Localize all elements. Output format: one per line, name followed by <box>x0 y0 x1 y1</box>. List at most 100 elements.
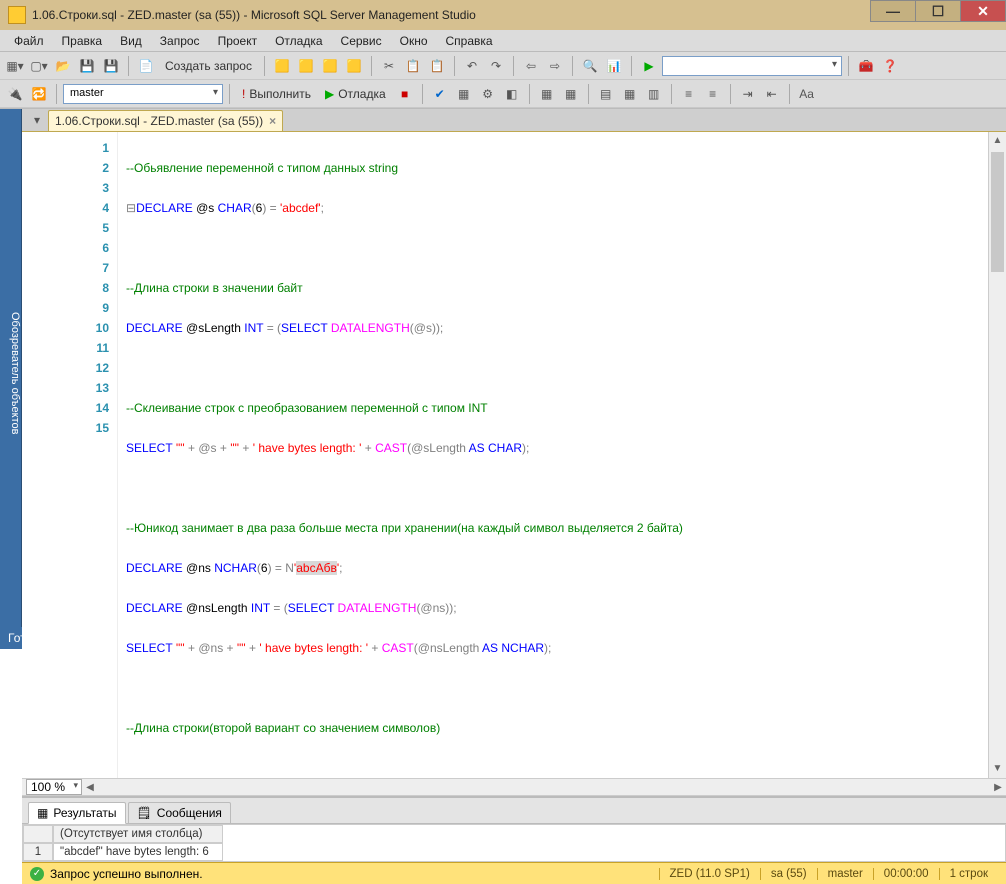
save-all-icon[interactable]: 💾 <box>100 55 122 77</box>
menu-project[interactable]: Проект <box>210 32 266 50</box>
include-client-stats-icon[interactable]: ▦ <box>560 83 582 105</box>
nav-fwd-icon[interactable]: ⇨ <box>544 55 566 77</box>
zoom-dropdown[interactable]: 100 % <box>26 779 82 795</box>
menu-debug[interactable]: Отладка <box>267 32 330 50</box>
editor-zoom-bar: 100 % ◀ ▶ <box>22 778 1006 796</box>
xmla-query-icon[interactable]: 🟨 <box>343 55 365 77</box>
help-icon[interactable]: ❓ <box>879 55 901 77</box>
hscroll-right-icon[interactable]: ▶ <box>990 782 1006 793</box>
grid-cell-value[interactable]: "abcdef" have bytes length: 6 <box>53 843 223 861</box>
hscroll-left-icon[interactable]: ◀ <box>82 782 98 793</box>
undo-icon[interactable]: ↶ <box>461 55 483 77</box>
code-text[interactable]: --Обьявление переменной с типом данных s… <box>118 132 683 778</box>
copy-icon[interactable]: 📋 <box>402 55 424 77</box>
db-engine-query-icon[interactable]: 🟨 <box>271 55 293 77</box>
estimated-plan-icon[interactable]: ▦ <box>453 83 475 105</box>
toolbar-standard: ▦▾ ▢▾ 📂 💾 💾 📄 Создать запрос 🟨 🟨 🟨 🟨 ✂ 📋… <box>0 52 1006 80</box>
paste-icon[interactable]: 📋 <box>426 55 448 77</box>
object-explorer-collapsed[interactable]: Обозреватель объектов <box>0 109 22 627</box>
status-time: 00:00:00 <box>873 868 939 880</box>
document-tab-label: 1.06.Строки.sql - ZED.master (sa (55)) <box>55 114 263 128</box>
window-buttons: — ☐ ✕ <box>871 0 1006 30</box>
results-grid[interactable]: (Отсутствует имя столбца) 1 "abcdef" hav… <box>22 824 1006 862</box>
menu-view[interactable]: Вид <box>112 32 150 50</box>
change-conn-icon[interactable]: 🔁 <box>28 83 50 105</box>
code-editor[interactable]: 123456789101112131415 --Обьявление перем… <box>22 131 1006 778</box>
new-item-icon[interactable]: ▢▾ <box>28 55 50 77</box>
activity-icon[interactable]: 📊 <box>603 55 625 77</box>
toolbar-sql: 🔌 🔁 master !Выполнить ▶Отладка ■ ✔ ▦ ⚙ ◧… <box>0 80 1006 108</box>
new-project-icon[interactable]: ▦▾ <box>4 55 26 77</box>
status-db: master <box>817 868 873 880</box>
tab-list-icon[interactable]: ▾ <box>26 109 48 131</box>
stop-icon[interactable]: ■ <box>394 83 416 105</box>
grid-corner <box>23 825 53 843</box>
include-actual-plan-icon[interactable]: ▦ <box>536 83 558 105</box>
tab-results[interactable]: ▦Результаты <box>28 802 126 824</box>
minimize-button[interactable]: — <box>870 0 916 22</box>
toolbox-icon[interactable]: 🧰 <box>855 55 877 77</box>
grid-icon: ▦ <box>37 806 48 820</box>
scroll-up-icon[interactable]: ▲ <box>989 132 1006 150</box>
execute-button[interactable]: !Выполнить <box>236 87 317 101</box>
database-dropdown[interactable]: master <box>63 84 223 104</box>
menu-tools[interactable]: Сервис <box>333 32 390 50</box>
comment-icon[interactable]: ≡ <box>678 83 700 105</box>
grid-row-number[interactable]: 1 <box>23 843 53 861</box>
find-icon[interactable]: 🔍 <box>579 55 601 77</box>
menu-bar: Файл Правка Вид Запрос Проект Отладка Се… <box>0 30 1006 52</box>
menu-window[interactable]: Окно <box>392 32 436 50</box>
new-query-icon[interactable]: 📄 <box>135 55 157 77</box>
results-tabs: ▦Результаты 🗒Сообщения <box>22 798 1006 824</box>
results-file-icon[interactable]: ▥ <box>643 83 665 105</box>
messages-icon: 🗒 <box>137 806 152 820</box>
parse-icon[interactable]: ✔ <box>429 83 451 105</box>
open-icon[interactable]: 📂 <box>52 55 74 77</box>
scroll-thumb[interactable] <box>991 152 1004 272</box>
new-query-button[interactable]: Создать запрос <box>159 59 258 73</box>
cut-icon[interactable]: ✂ <box>378 55 400 77</box>
toolbar-container: ▦▾ ▢▾ 📂 💾 💾 📄 Создать запрос 🟨 🟨 🟨 🟨 ✂ 📋… <box>0 52 1006 109</box>
status-server: ZED (11.0 SP1) <box>659 868 760 880</box>
editor-area: ▾ 1.06.Строки.sql - ZED.master (sa (55))… <box>22 109 1006 627</box>
status-login: sa (55) <box>760 868 817 880</box>
intellisense-icon[interactable]: ◧ <box>501 83 523 105</box>
debug-button[interactable]: ▶Отладка <box>319 87 392 101</box>
outdent-icon[interactable]: ⇤ <box>761 83 783 105</box>
tab-close-icon[interactable]: × <box>269 114 276 128</box>
results-panel: ▦Результаты 🗒Сообщения (Отсутствует имя … <box>22 796 1006 884</box>
results-text-icon[interactable]: ▤ <box>595 83 617 105</box>
start-icon[interactable]: ▶ <box>638 55 660 77</box>
indent-icon[interactable]: ⇥ <box>737 83 759 105</box>
dmx-query-icon[interactable]: 🟨 <box>319 55 341 77</box>
close-button[interactable]: ✕ <box>960 0 1006 22</box>
line-number-gutter: 123456789101112131415 <box>22 132 118 778</box>
results-grid-icon[interactable]: ▦ <box>619 83 641 105</box>
menu-edit[interactable]: Правка <box>54 32 111 50</box>
client-area: Обозреватель объектов ▾ 1.06.Строки.sql … <box>0 109 1006 627</box>
connect-icon[interactable]: 🔌 <box>4 83 26 105</box>
window-title: 1.06.Строки.sql - ZED.master (sa (55)) -… <box>32 8 476 22</box>
mdx-query-icon[interactable]: 🟨 <box>295 55 317 77</box>
query-status-bar: ✓ Запрос успешно выполнен. ZED (11.0 SP1… <box>22 862 1006 884</box>
status-rows: 1 строк <box>939 868 998 880</box>
grid-column-header[interactable]: (Отсутствует имя столбца) <box>53 825 223 843</box>
menu-help[interactable]: Справка <box>438 32 501 50</box>
query-options-icon[interactable]: ⚙ <box>477 83 499 105</box>
redo-icon[interactable]: ↷ <box>485 55 507 77</box>
uncomment-icon[interactable]: ≡ <box>702 83 724 105</box>
specify-values-icon[interactable]: Aa <box>796 83 818 105</box>
menu-file[interactable]: Файл <box>6 32 52 50</box>
menu-query[interactable]: Запрос <box>152 32 208 50</box>
solution-config-dropdown[interactable] <box>662 56 842 76</box>
horizontal-scrollbar[interactable] <box>104 780 972 794</box>
save-icon[interactable]: 💾 <box>76 55 98 77</box>
tab-messages[interactable]: 🗒Сообщения <box>128 802 231 824</box>
scroll-down-icon[interactable]: ▼ <box>989 760 1006 778</box>
document-tab[interactable]: 1.06.Строки.sql - ZED.master (sa (55)) × <box>48 110 283 131</box>
vertical-scrollbar[interactable]: ▲ ▼ <box>988 132 1006 778</box>
app-icon <box>8 6 26 24</box>
nav-back-icon[interactable]: ⇦ <box>520 55 542 77</box>
document-tab-bar: ▾ 1.06.Строки.sql - ZED.master (sa (55))… <box>22 109 1006 131</box>
maximize-button[interactable]: ☐ <box>915 0 961 22</box>
